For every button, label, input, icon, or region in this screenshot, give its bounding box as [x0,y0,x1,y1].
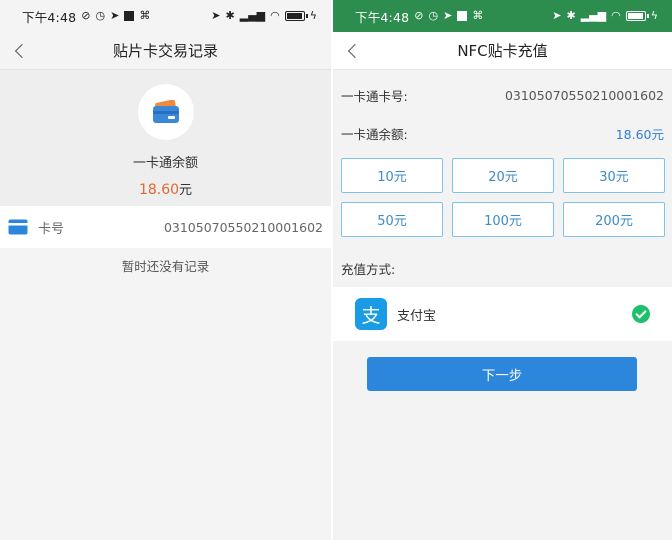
card-number-value: 03105070550210001602 [504,87,664,103]
card-number-label: 卡号 [38,221,65,237]
charging-icon: ϟ [650,9,658,22]
square-icon [457,11,468,21]
battery-icon [625,11,649,21]
bluetooth-icon: ✱ [225,9,235,22]
status-bar: 下午4:48 ⊘ ◷ ➤ ⌘ ➤ ✱ ▂▄▆ ◠ ϟ [0,0,331,32]
charging-icon: ϟ [309,9,317,22]
card-number-row: 一卡通卡号: 03105070550210001602 [333,76,672,114]
balance-label: 一卡通余额: [341,126,408,142]
amount-button-100[interactable]: 100元 [452,202,554,237]
balance-label: 一卡通余额 [132,156,198,171]
amount-button-50[interactable]: 50元 [341,202,443,237]
amount-button-20[interactable]: 20元 [452,158,554,193]
alarm-icon: ◷ [95,9,106,22]
empty-records-text: 暂时还没有记录 [121,259,210,274]
amount-button-30[interactable]: 30元 [563,158,665,193]
balance-unit: 元 [179,183,193,198]
balance-number: 18.60 [138,182,180,198]
nav-bar: NFC贴卡充值 [333,32,672,70]
card-number-value: 03105070550210001602 [163,219,323,235]
card-number-label: 一卡通卡号: [341,88,408,104]
card-number-row: 卡号 03105070550210001602 [0,206,331,248]
amount-button-200[interactable]: 200元 [563,202,665,237]
balance-value: 18.60元 [615,126,664,142]
back-arrow-icon[interactable] [12,41,32,61]
notification-off-icon: ⊘ [81,9,91,22]
signal-icon: ▂▄▆ [580,9,607,22]
transaction-record-screen: 下午4:48 ⊘ ◷ ➤ ⌘ ➤ ✱ ▂▄▆ ◠ ϟ 贴片卡交易记录 一卡通余额… [0,0,331,540]
back-arrow-icon[interactable] [345,41,365,61]
location-arrow-icon: ➤ [443,9,453,22]
app-icon: ⌘ [139,9,151,22]
page-title: 贴片卡交易记录 [112,42,218,60]
wallet-card-icon [137,84,194,140]
balance-amount: 18.60元 [139,179,192,198]
location-arrow-icon: ➤ [110,9,120,22]
payment-method-label: 充值方式: [341,261,396,277]
payment-option-alipay[interactable]: 支 支付宝 [333,287,672,341]
alarm-icon: ◷ [428,9,439,22]
payment-name: 支付宝 [397,308,437,324]
signal-icon: ▂▄▆ [239,9,266,22]
checkmark-icon[interactable] [632,305,650,323]
next-step-button[interactable]: 下一步 [367,357,637,391]
location-arrow-icon: ➤ [552,9,562,22]
status-bar: 下午4:48 ⊘ ◷ ➤ ⌘ ➤ ✱ ▂▄▆ ◠ ϟ [333,0,672,32]
status-time: 下午4:48 [22,9,77,25]
amount-options: 10元 20元 30元 50元 100元 200元 [333,152,672,237]
page-title: NFC贴卡充值 [457,42,548,60]
app-icon: ⌘ [472,9,484,22]
balance-section: 一卡通余额 18.60元 [0,70,331,206]
card-icon [8,219,28,235]
bluetooth-icon: ✱ [566,9,576,22]
wifi-icon: ◠ [270,9,280,22]
nav-bar: 贴片卡交易记录 [0,32,331,70]
notification-off-icon: ⊘ [414,9,424,22]
amount-button-10[interactable]: 10元 [341,158,443,193]
location-arrow-icon: ➤ [211,9,221,22]
square-icon [124,11,135,21]
status-time: 下午4:48 [355,9,410,25]
wifi-icon: ◠ [611,9,621,22]
battery-icon [284,11,308,21]
balance-row: 一卡通余额: 18.60元 [333,114,672,152]
alipay-icon: 支 [355,298,387,330]
nfc-recharge-screen: 下午4:48 ⊘ ◷ ➤ ⌘ ➤ ✱ ▂▄▆ ◠ ϟ NFC贴卡充值 一卡通卡号… [333,0,672,540]
